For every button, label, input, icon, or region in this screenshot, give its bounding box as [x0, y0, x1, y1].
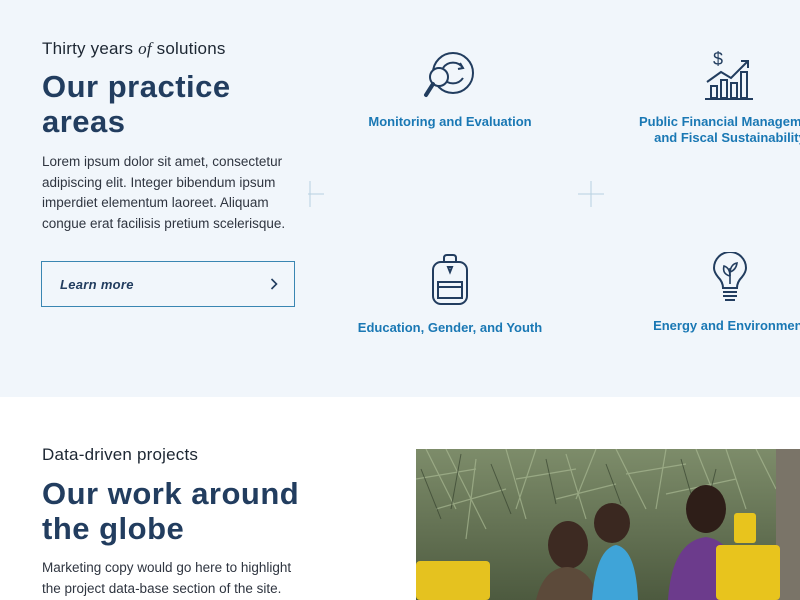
practice-area-label: Public Financial Management	[638, 114, 800, 129]
projects-section: Data-driven projects Our work around the …	[0, 397, 800, 600]
leaf-lightbulb-icon	[712, 252, 748, 301]
practice-areas-section: Thirty years of solutions Our practice ar…	[0, 0, 800, 397]
practice-area-label: Energy and Environment	[653, 318, 800, 333]
practice-area-education[interactable]: Education, Gender, and Youth	[350, 254, 550, 336]
practice-area-label-line2: and Fiscal Sustainability	[654, 130, 800, 145]
svg-text:$: $	[713, 49, 723, 69]
chevron-right-icon	[270, 278, 278, 290]
practice-area-public-finance[interactable]: $ Public Financial Management and Fiscal…	[630, 48, 800, 146]
projects-description: Marketing copy would go here to highligh…	[42, 560, 292, 596]
dollar-growth-chart-icon: $	[705, 49, 753, 100]
practice-area-monitoring[interactable]: Monitoring and Evaluation	[350, 50, 550, 130]
decorative-plus-icon	[578, 181, 604, 207]
practice-area-label: Monitoring and Evaluation	[368, 114, 532, 129]
projects-eyebrow: Data-driven projects	[42, 445, 199, 464]
learn-more-button[interactable]: Learn more	[41, 261, 295, 307]
practice-eyebrow: Thirty years of solutions	[42, 39, 226, 58]
practice-title: Our practice areas	[42, 69, 231, 139]
backpack-icon	[432, 254, 468, 305]
practice-area-label: Education, Gender, and Youth	[357, 320, 543, 335]
decorative-plus-icon	[308, 181, 324, 207]
practice-description: Lorem ipsum dolor sit amet, consectetur …	[42, 154, 286, 231]
magnifier-refresh-icon	[424, 52, 474, 97]
project-photo	[416, 449, 800, 600]
practice-area-energy[interactable]: Energy and Environment	[630, 252, 800, 334]
projects-title: Our work around the globe	[42, 476, 300, 546]
